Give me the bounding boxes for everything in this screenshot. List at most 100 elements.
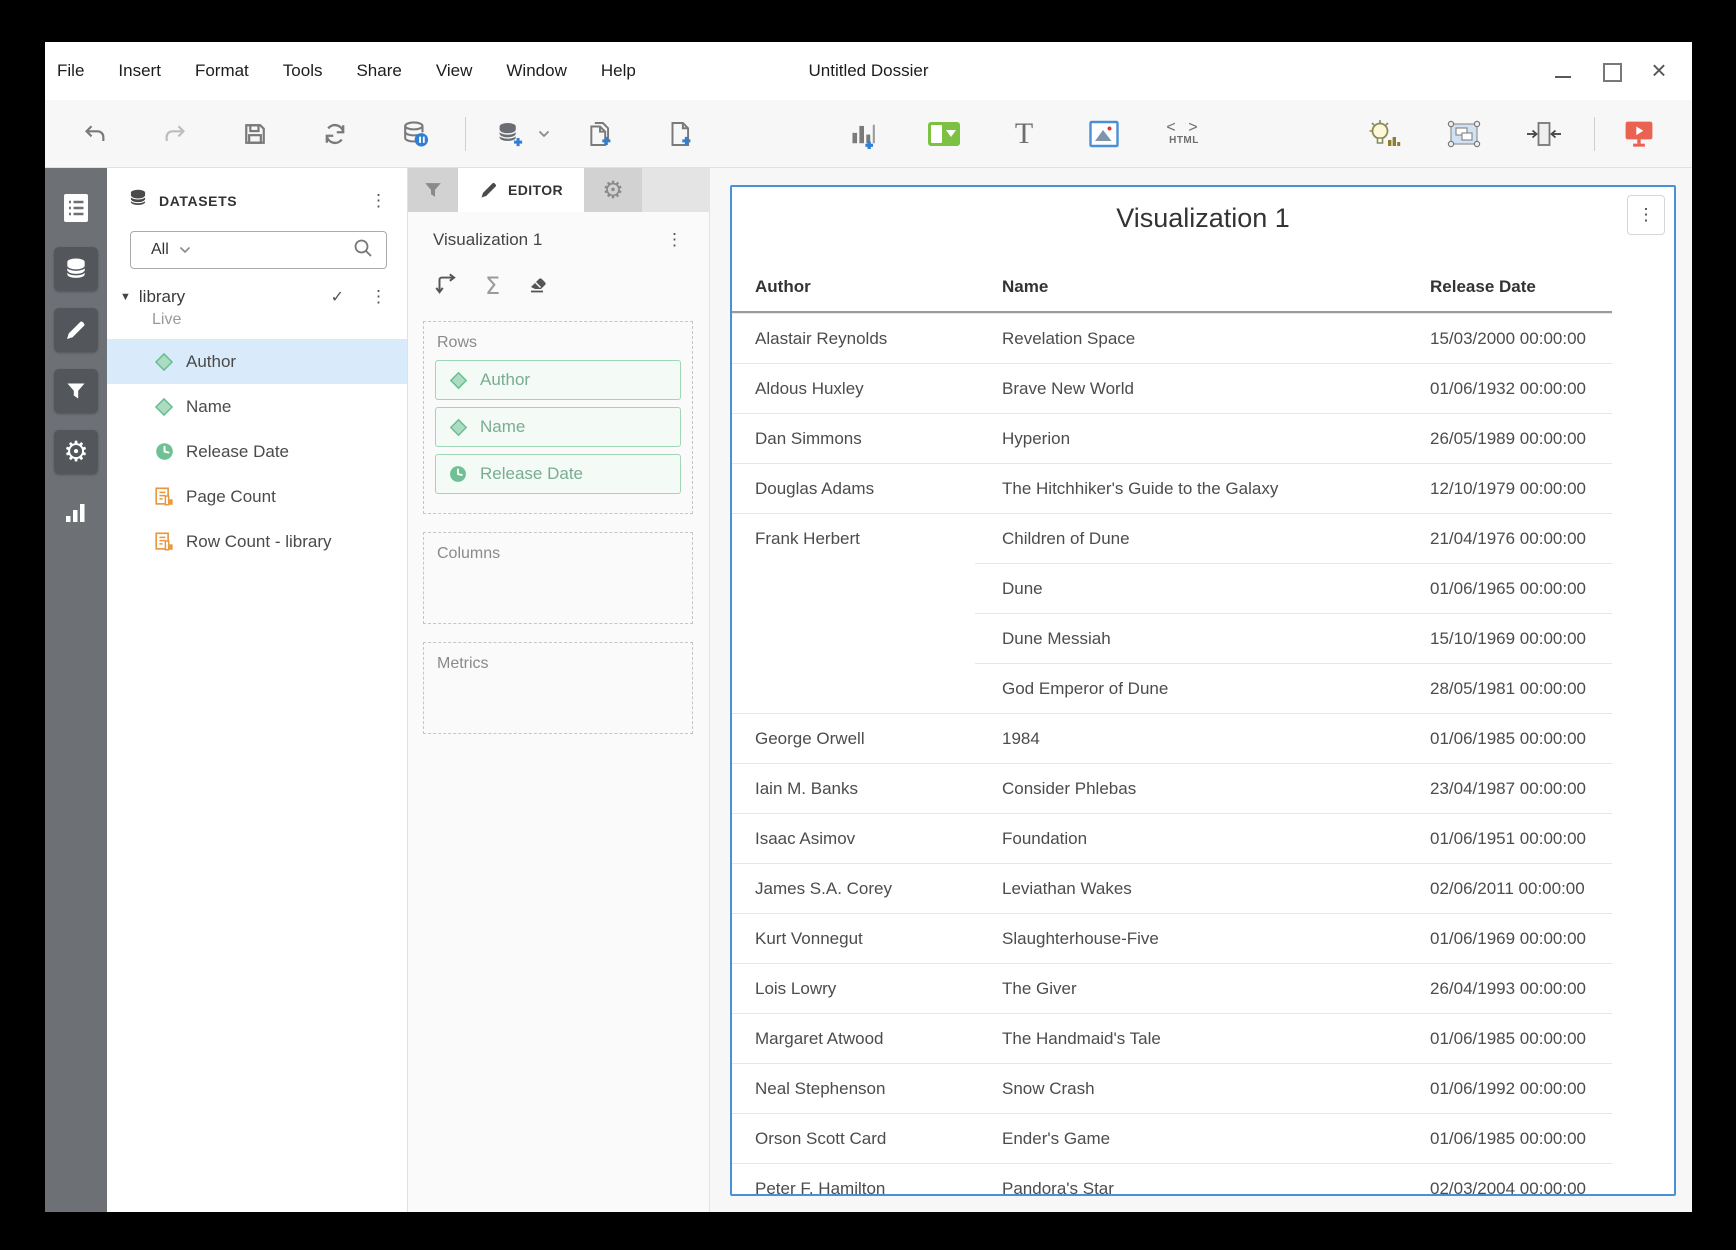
- swap-axes-icon[interactable]: [433, 270, 459, 301]
- table-row[interactable]: Dune 01/06/1965 00:00:00: [732, 563, 1612, 613]
- cell-name: The Giver: [975, 963, 1430, 1013]
- fit-contents-icon[interactable]: [1522, 112, 1566, 156]
- dataset-row-library[interactable]: ▼ library ✓ ⋮: [107, 279, 407, 309]
- add-page-icon[interactable]: [658, 112, 702, 156]
- table-row[interactable]: Aldous Huxley Brave New World 01/06/1932…: [732, 363, 1612, 413]
- cell-author: George Orwell: [732, 713, 975, 763]
- dataset-field[interactable]: Author: [107, 339, 407, 384]
- column-header-name: Name: [975, 241, 1430, 311]
- cell-author: Douglas Adams: [732, 463, 975, 513]
- refresh-icon[interactable]: [313, 112, 357, 156]
- table-of-contents-icon[interactable]: [54, 186, 98, 230]
- table-row[interactable]: Orson Scott Card Ender's Game 01/06/1985…: [732, 1113, 1612, 1163]
- menu-item[interactable]: File: [57, 61, 84, 81]
- add-text-icon[interactable]: T: [1002, 112, 1046, 156]
- table-row[interactable]: Iain M. Banks Consider Phlebas 23/04/198…: [732, 763, 1612, 813]
- presentation-mode-icon[interactable]: [1617, 112, 1661, 156]
- tab-format[interactable]: ⚙: [584, 168, 642, 212]
- add-html-icon[interactable]: < > HTML: [1162, 112, 1206, 156]
- editor-panel-icon[interactable]: [54, 308, 98, 352]
- insights-icon[interactable]: [1362, 112, 1406, 156]
- table-row[interactable]: Dan Simmons Hyperion 26/05/1989 00:00:00: [732, 413, 1612, 463]
- table-row[interactable]: Peter F. Hamilton Pandora's Star 02/03/2…: [732, 1163, 1612, 1196]
- close-button[interactable]: ×: [1650, 62, 1668, 80]
- dataset-field[interactable]: Page Count: [107, 474, 407, 519]
- cell-release-date: 02/03/2004 00:00:00: [1430, 1163, 1612, 1196]
- save-icon[interactable]: [233, 112, 277, 156]
- table-row[interactable]: Isaac Asimov Foundation 01/06/1951 00:00…: [732, 813, 1612, 863]
- add-image-icon[interactable]: [1082, 112, 1126, 156]
- rows-zone-pill[interactable]: Release Date: [435, 454, 681, 494]
- search-icon[interactable]: [352, 237, 374, 264]
- database-pause-icon[interactable]: [393, 112, 437, 156]
- cell-author: [732, 613, 975, 663]
- cell-name: Ender's Game: [975, 1113, 1430, 1163]
- table-row[interactable]: God Emperor of Dune 28/05/1981 00:00:00: [732, 663, 1612, 713]
- cell-release-date: 26/04/1993 00:00:00: [1430, 963, 1612, 1013]
- rows-zone-pill[interactable]: Author: [435, 360, 681, 400]
- dataset-field[interactable]: Release Date: [107, 429, 407, 474]
- visualization-grid: Author Name Release Date Alastair Reynol…: [732, 241, 1674, 1196]
- tab-filter[interactable]: [408, 168, 458, 212]
- minimize-button[interactable]: [1554, 62, 1572, 80]
- add-visualization-icon[interactable]: [842, 112, 886, 156]
- visualization-gallery-icon[interactable]: [54, 491, 98, 535]
- format-panel-icon[interactable]: ⚙: [54, 430, 98, 474]
- metrics-drop-zone[interactable]: Metrics: [423, 642, 693, 734]
- maximize-button[interactable]: [1602, 62, 1620, 80]
- table-row[interactable]: James S.A. Corey Leviathan Wakes 02/06/2…: [732, 863, 1612, 913]
- dataset-field-label: Page Count: [186, 487, 276, 507]
- table-row[interactable]: Neal Stephenson Snow Crash 01/06/1992 00…: [732, 1063, 1612, 1113]
- dataset-search-box[interactable]: All: [130, 231, 387, 269]
- menu-item[interactable]: Insert: [118, 61, 161, 81]
- attribute-diamond-icon: [447, 416, 469, 438]
- filter-chevron-icon[interactable]: [179, 241, 191, 259]
- add-selector-icon[interactable]: [922, 112, 966, 156]
- menu-item[interactable]: Tools: [283, 61, 323, 81]
- add-data-chevron-icon[interactable]: [538, 125, 550, 143]
- table-row[interactable]: Douglas Adams The Hitchhiker's Guide to …: [732, 463, 1612, 513]
- menu-item[interactable]: Share: [356, 61, 401, 81]
- rows-drop-zone[interactable]: Rows Author: [423, 321, 693, 514]
- columns-drop-zone[interactable]: Columns: [423, 532, 693, 624]
- editor-visualization-kebab-menu[interactable]: ⋮: [660, 231, 689, 249]
- visualization-panel[interactable]: ⋮ Visualization 1 Author Name Release Da…: [730, 185, 1676, 1196]
- cell-release-date: 01/06/1985 00:00:00: [1430, 1013, 1612, 1063]
- menu-item[interactable]: Window: [506, 61, 566, 81]
- clear-all-icon[interactable]: [526, 270, 552, 301]
- cell-author: [732, 563, 975, 613]
- table-row[interactable]: Frank Herbert Children of Dune 21/04/197…: [732, 513, 1612, 563]
- undo-icon[interactable]: [73, 112, 117, 156]
- filter-panel-icon[interactable]: [54, 369, 98, 413]
- cell-author: Kurt Vonnegut: [732, 913, 975, 963]
- dataset-field[interactable]: Row Count - library: [107, 519, 407, 564]
- dataset-name[interactable]: library: [139, 287, 331, 307]
- redo-icon[interactable]: [153, 112, 197, 156]
- grid-header-row: Author Name Release Date: [732, 241, 1612, 313]
- table-row[interactable]: Alastair Reynolds Revelation Space 15/03…: [732, 313, 1612, 363]
- add-chapter-icon[interactable]: [578, 112, 622, 156]
- datasets-kebab-menu[interactable]: ⋮: [364, 192, 393, 210]
- menu-item[interactable]: View: [436, 61, 473, 81]
- dataset-expand-caret-icon[interactable]: ▼: [120, 291, 131, 303]
- dossier-canvas: ⋮ Visualization 1 Author Name Release Da…: [710, 168, 1692, 1212]
- dataset-filter-value[interactable]: All: [151, 241, 169, 259]
- dataset-field[interactable]: Name: [107, 384, 407, 429]
- table-row[interactable]: Lois Lowry The Giver 26/04/1993 00:00:00: [732, 963, 1612, 1013]
- table-row[interactable]: Margaret Atwood The Handmaid's Tale 01/0…: [732, 1013, 1612, 1063]
- table-row[interactable]: Kurt Vonnegut Slaughterhouse-Five 01/06/…: [732, 913, 1612, 963]
- visualization-kebab-menu[interactable]: ⋮: [1627, 195, 1665, 235]
- rows-zone-pill[interactable]: Name: [435, 407, 681, 447]
- menu-item[interactable]: Format: [195, 61, 249, 81]
- totals-sigma-icon[interactable]: Σ: [485, 274, 500, 298]
- free-form-layout-icon[interactable]: [1442, 112, 1486, 156]
- cell-author: Margaret Atwood: [732, 1013, 975, 1063]
- datasets-panel-icon[interactable]: [54, 247, 98, 291]
- tab-editor[interactable]: EDITOR: [458, 168, 584, 212]
- table-row[interactable]: George Orwell 1984 01/06/1985 00:00:00: [732, 713, 1612, 763]
- rows-zone-label: Rows: [437, 334, 681, 352]
- dataset-kebab-menu[interactable]: ⋮: [364, 288, 393, 306]
- table-row[interactable]: Dune Messiah 15/10/1969 00:00:00: [732, 613, 1612, 663]
- add-data-icon[interactable]: [488, 112, 532, 156]
- menu-item[interactable]: Help: [601, 61, 636, 81]
